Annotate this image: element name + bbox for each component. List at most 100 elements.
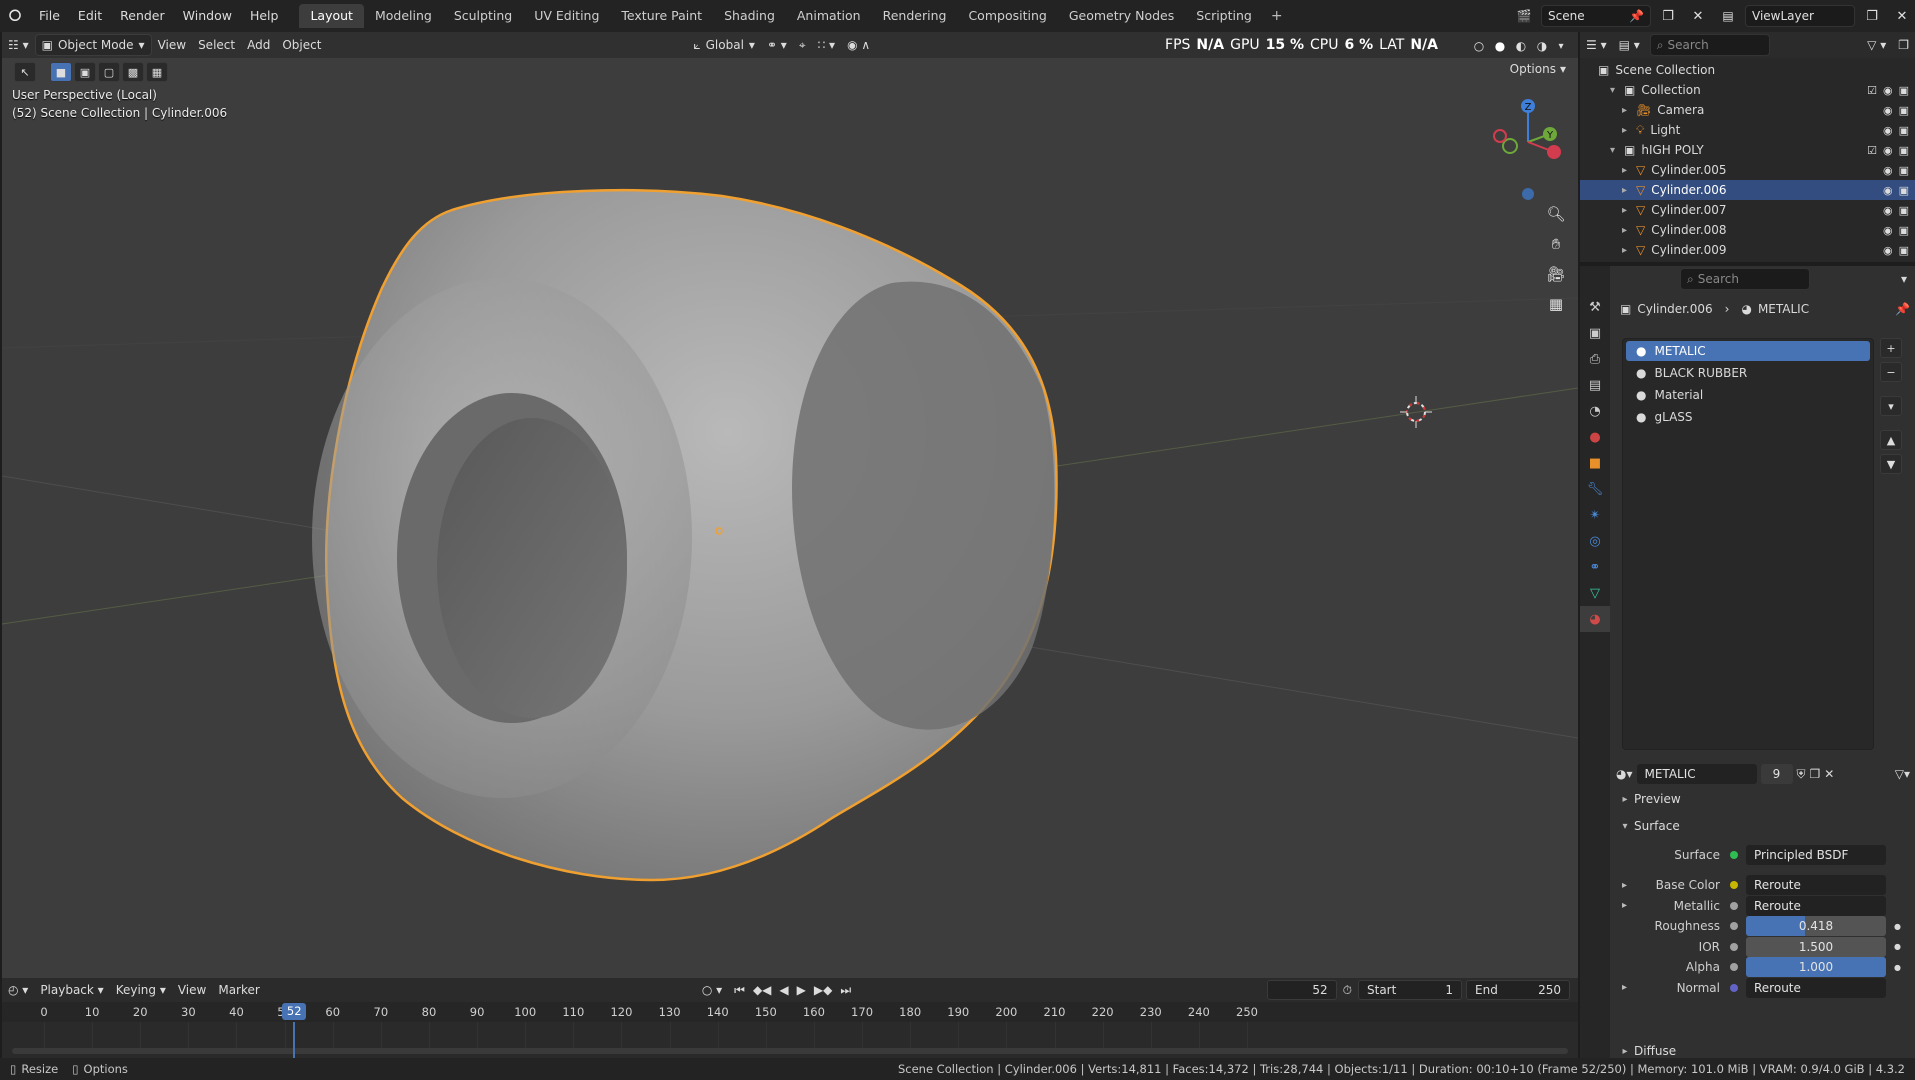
expand-chevron-icon[interactable]: ▸	[1622, 982, 1627, 993]
menu-view[interactable]: View	[152, 34, 192, 56]
outliner-row[interactable]: ▸ ▽ Cylinder.009 ◉ ▣	[1580, 240, 1915, 260]
menu-file[interactable]: File	[30, 0, 69, 32]
pivot-point-icon[interactable]: ⚭ ▾	[761, 34, 793, 56]
properties-search[interactable]: ⌕ Search	[1680, 268, 1810, 290]
menu-edit[interactable]: Edit	[69, 0, 111, 32]
current-frame-field[interactable]: 52	[1266, 980, 1337, 1000]
expand-chevron-icon[interactable]: ▾	[1610, 145, 1624, 156]
expand-chevron-icon[interactable]: ▸	[1622, 165, 1636, 176]
diffuse-panel-header[interactable]: ▸ Diffuse	[1616, 1040, 1908, 1062]
expand-chevron-icon[interactable]: ▸	[1622, 245, 1636, 256]
value-slider[interactable]: 1.500	[1746, 936, 1886, 957]
outliner-row[interactable]: ▸ ▽ Cylinder.006 ◉ ▣	[1580, 180, 1915, 200]
expand-chevron-icon[interactable]: ▸	[1622, 105, 1636, 116]
end-frame-field[interactable]: End 250	[1466, 980, 1570, 1000]
tab-compositing[interactable]: Compositing	[957, 4, 1057, 28]
menu-keying[interactable]: Keying ▾	[110, 979, 172, 1001]
render-camera-icon[interactable]: ▣	[1899, 104, 1909, 117]
pin-icon[interactable]: 📌	[1895, 302, 1910, 316]
material-users-count[interactable]: 9	[1760, 764, 1793, 784]
rendered-shading-icon[interactable]: ◑	[1533, 34, 1551, 58]
play-reverse-icon[interactable]: ◀	[779, 983, 788, 997]
move-slot-up-icon[interactable]: ▲	[1880, 430, 1902, 450]
modifier-tab-icon[interactable]: 🔧︎	[1580, 476, 1610, 502]
view-layer-field[interactable]: ViewLayer	[1745, 5, 1855, 27]
menu-playback[interactable]: Playback ▾	[34, 979, 109, 1001]
render-tab-icon[interactable]: ▣	[1580, 320, 1610, 346]
outliner-row-scene-collection[interactable]: ▣ Scene Collection	[1580, 60, 1915, 80]
blender-logo-icon[interactable]: ⭘	[0, 0, 30, 32]
eye-icon[interactable]: ◉	[1883, 84, 1893, 97]
outliner-editor-type-icon[interactable]: ☰ ▾	[1580, 34, 1613, 56]
scene-field[interactable]: Scene 📌	[1541, 5, 1651, 27]
tab-layout[interactable]: Layout	[299, 4, 364, 28]
wireframe-shading-icon[interactable]: ○	[1470, 34, 1488, 58]
new-scene-icon[interactable]: ❐	[1655, 4, 1681, 28]
preview-panel-header[interactable]: ▸ Preview	[1616, 788, 1908, 810]
checkbox-icon[interactable]: ☑	[1867, 144, 1877, 157]
remove-scene-icon[interactable]: ✕	[1685, 4, 1711, 28]
proportional-edit-icon[interactable]: ◉ ∧	[841, 34, 876, 56]
menu-add[interactable]: Add	[241, 34, 276, 56]
expand-chevron-icon[interactable]: ▾	[1610, 85, 1624, 96]
timeline-editor-type-icon[interactable]: ◴ ▾	[2, 979, 34, 1001]
checkbox-icon[interactable]: ☑	[1867, 84, 1877, 97]
viewport-scene[interactable]	[2, 58, 1578, 978]
render-camera-icon[interactable]: ▣	[1899, 164, 1909, 177]
material-tab-icon[interactable]: ◕	[1580, 606, 1610, 632]
remove-slot-icon[interactable]: −	[1880, 362, 1902, 382]
render-camera-icon[interactable]: ▣	[1899, 224, 1909, 237]
render-camera-icon[interactable]: ▣	[1899, 204, 1909, 217]
render-camera-icon[interactable]: ▣	[1899, 244, 1909, 257]
material-shading-icon[interactable]: ◐	[1512, 34, 1530, 58]
auto-keying-icon[interactable]: ○ ▾	[696, 979, 728, 1001]
material-name-field[interactable]: METALIC	[1636, 764, 1757, 784]
material-slot[interactable]: ● METALIC	[1626, 341, 1870, 361]
editor-type-icon[interactable]: ☷ ▾	[2, 34, 35, 56]
physics-tab-icon[interactable]: ◎	[1580, 528, 1610, 554]
new-view-layer-icon[interactable]: ❐	[1859, 4, 1885, 28]
add-slot-icon[interactable]: +	[1880, 338, 1902, 358]
select-new-icon[interactable]: ■	[50, 62, 72, 82]
material-slot[interactable]: ● Material	[1626, 385, 1870, 405]
start-frame-field[interactable]: Start 1	[1358, 980, 1462, 1000]
expand-chevron-icon[interactable]: ▸	[1622, 880, 1627, 891]
remove-view-layer-icon[interactable]: ✕	[1889, 4, 1915, 28]
tab-sculpting[interactable]: Sculpting	[443, 4, 523, 28]
expand-chevron-icon[interactable]: ▸	[1622, 125, 1636, 136]
select-invert-icon[interactable]: ▩	[122, 62, 144, 82]
slot-specials-icon[interactable]: ▾	[1880, 396, 1902, 416]
tab-geometry-nodes[interactable]: Geometry Nodes	[1058, 4, 1185, 28]
tab-texture-paint[interactable]: Texture Paint	[610, 4, 713, 28]
eye-icon[interactable]: ◉	[1883, 164, 1893, 177]
eye-icon[interactable]: ◉	[1883, 144, 1893, 157]
view-layer-icon[interactable]: ▤	[1715, 4, 1741, 28]
material-slot[interactable]: ● gLASS	[1626, 407, 1870, 427]
outliner-row[interactable]: ▸ ▽ Cylinder.007 ◉ ▣	[1580, 200, 1915, 220]
scene-tab-icon[interactable]: ◔	[1580, 398, 1610, 424]
menu-help[interactable]: Help	[241, 0, 288, 32]
timeline-body[interactable]	[2, 1022, 1578, 1058]
display-mode-icon[interactable]: ▤ ▾	[1613, 34, 1646, 56]
menu-object[interactable]: Object	[276, 34, 327, 56]
eye-icon[interactable]: ◉	[1883, 244, 1893, 257]
data-tab-icon[interactable]: ▽	[1580, 580, 1610, 606]
jump-end-icon[interactable]: ⏭	[840, 983, 851, 998]
play-icon[interactable]: ▶	[797, 983, 806, 997]
menu-timeline-view[interactable]: View	[172, 979, 212, 1001]
3d-viewport[interactable]: ☷ ▾ ▣ Object Mode ▾ View Select Add Obje…	[2, 32, 1578, 978]
material-browse-icon[interactable]: ◕▾	[1616, 767, 1633, 781]
link-type-icon[interactable]: ▽▾	[1895, 767, 1910, 781]
snap-target-icon[interactable]: ∷ ▾	[812, 34, 841, 56]
expand-chevron-icon[interactable]: ▸	[1622, 900, 1627, 911]
surface-shader-field[interactable]: Principled BSDF	[1746, 845, 1886, 865]
eye-icon[interactable]: ◉	[1883, 204, 1893, 217]
timeline-scrollbar[interactable]	[12, 1048, 1568, 1054]
value-slider[interactable]: 0.418	[1746, 916, 1886, 936]
select-tool-icon[interactable]: ↖	[14, 62, 36, 82]
output-tab-icon[interactable]: ⎙	[1580, 346, 1610, 372]
eye-icon[interactable]: ◉	[1883, 124, 1893, 137]
tool-tab-icon[interactable]: ⚒	[1580, 294, 1610, 320]
select-extend-icon[interactable]: ▣	[74, 62, 96, 82]
keyframe-dot-icon[interactable]: ●	[1894, 922, 1901, 931]
